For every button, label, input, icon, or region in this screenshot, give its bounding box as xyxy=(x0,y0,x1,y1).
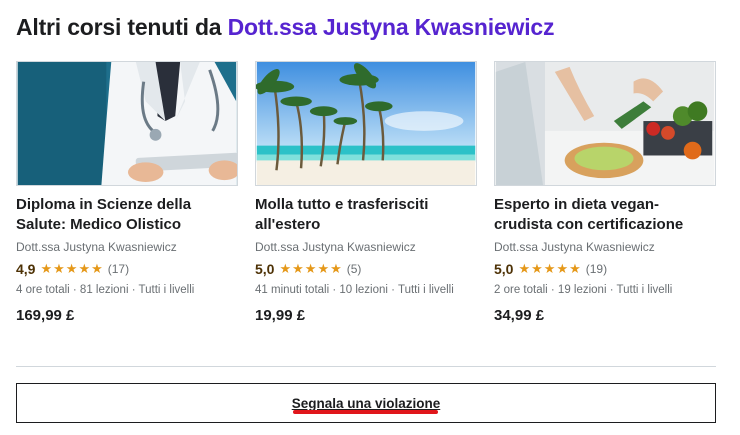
star-icon: ★ xyxy=(518,261,531,276)
course-meta: 2 ore totali · 19 lezioni · Tutti i live… xyxy=(494,284,673,296)
star-icon: ★ xyxy=(304,261,317,276)
report-abuse-label: Segnala una violazione xyxy=(291,395,441,411)
course-instructor: Dott.ssa Justyna Kwasniewicz xyxy=(16,240,177,254)
review-count: (19) xyxy=(585,261,608,276)
course-price: 19,99 £ xyxy=(255,307,306,324)
star-icon: ★ xyxy=(543,261,556,276)
review-count: (17) xyxy=(107,261,130,276)
star-icon: ★ xyxy=(65,261,78,276)
review-count: (5) xyxy=(346,261,362,276)
course-meta: 4 ore totali · 81 lezioni · Tutti i live… xyxy=(16,284,195,296)
course-thumbnail-doctor[interactable] xyxy=(16,61,238,186)
star-icon: ★ xyxy=(292,261,304,276)
course-instructor: Dott.ssa Justyna Kwasniewicz xyxy=(255,240,416,254)
course-meta: 41 minuti totali · 10 lezioni · Tutti i … xyxy=(255,284,454,296)
star-icon: ★ xyxy=(279,261,292,276)
heading-prefix: Altri corsi tenuti da xyxy=(16,14,228,40)
course-list: Diploma in Scienze della Salute: Medico … xyxy=(16,61,716,326)
instructor-link[interactable]: Dott.ssa Justyna Kwasniewicz xyxy=(228,14,555,40)
highlight-underline xyxy=(293,410,438,414)
course-title[interactable]: Molla tutto e trasferisciti all'estero xyxy=(255,195,477,235)
course-rating: 5,0 ★ ★ ★ ★ ★ (5) xyxy=(255,260,477,277)
rating-stars: ★ ★ ★ ★ ★ xyxy=(279,262,341,275)
rating-value: 5,0 xyxy=(255,260,275,277)
course-price: 34,99 £ xyxy=(494,307,545,324)
course-rating: 5,0 ★ ★ ★ ★ ★ (19) xyxy=(494,260,716,277)
star-icon: ★ xyxy=(317,261,330,276)
doctor-image xyxy=(17,62,237,185)
course-card[interactable]: Esperto in dieta vegan-crudista con cert… xyxy=(494,61,716,326)
star-icon: ★ xyxy=(330,261,342,276)
course-rating: 4,9 ★ ★ ★ ★ ★ (17) xyxy=(16,260,238,277)
star-icon: ★ xyxy=(91,261,103,276)
course-price: 169,99 £ xyxy=(16,307,75,324)
course-thumbnail-kitchen[interactable] xyxy=(494,61,716,186)
rating-value: 5,0 xyxy=(494,260,514,277)
kitchen-image xyxy=(495,62,715,185)
star-icon: ★ xyxy=(569,261,581,276)
course-instructor: Dott.ssa Justyna Kwasniewicz xyxy=(494,240,655,254)
course-card[interactable]: Molla tutto e trasferisciti all'estero D… xyxy=(255,61,477,326)
star-icon: ★ xyxy=(78,261,91,276)
star-icon: ★ xyxy=(556,261,569,276)
course-thumbnail-beach[interactable] xyxy=(255,61,477,186)
report-abuse-button[interactable]: Segnala una violazione xyxy=(16,383,716,423)
course-card[interactable]: Diploma in Scienze della Salute: Medico … xyxy=(16,61,238,326)
star-icon: ★ xyxy=(531,261,543,276)
course-title[interactable]: Esperto in dieta vegan-crudista con cert… xyxy=(494,195,716,235)
section-heading: Altri corsi tenuti da Dott.ssa Justyna K… xyxy=(16,14,555,41)
section-divider xyxy=(16,366,716,367)
course-title[interactable]: Diploma in Scienze della Salute: Medico … xyxy=(16,195,238,235)
star-icon: ★ xyxy=(40,261,53,276)
beach-image xyxy=(256,62,476,185)
rating-value: 4,9 xyxy=(16,260,36,277)
rating-stars: ★ ★ ★ ★ ★ xyxy=(518,262,580,275)
rating-stars: ★ ★ ★ ★ ★ xyxy=(40,262,102,275)
star-icon: ★ xyxy=(53,261,65,276)
